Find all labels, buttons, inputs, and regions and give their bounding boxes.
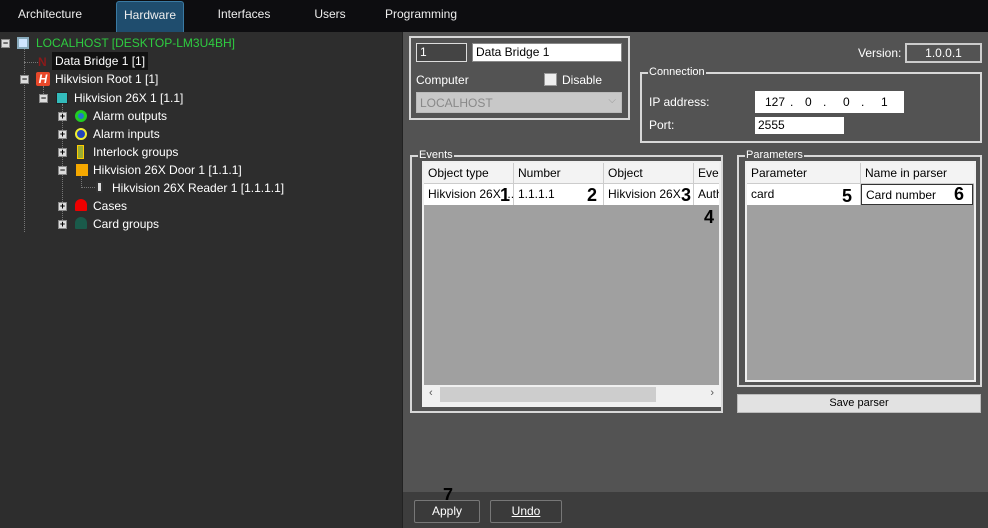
controller-icon: [56, 92, 68, 104]
ip-octet-1: 127: [765, 95, 786, 109]
tree-item-reader[interactable]: Hikvision 26X Reader 1 [1.1.1.1]: [112, 179, 284, 197]
tree-item-localhost[interactable]: LOCALHOST [DESKTOP-LM3U4BH]: [36, 34, 235, 52]
chevron-down-icon: ⌵: [608, 95, 616, 106]
reader-icon: [96, 181, 103, 193]
collapse-icon[interactable]: −: [58, 166, 67, 175]
tree-item-cases[interactable]: Cases: [93, 197, 127, 215]
tree-item-hikvision-26x[interactable]: Hikvision 26X 1 [1.1]: [74, 89, 183, 107]
scroll-left-icon[interactable]: ‹: [429, 387, 433, 399]
ip-separator: .: [861, 95, 865, 109]
version-label: Version:: [858, 46, 902, 60]
save-parser-button[interactable]: Save parser: [737, 394, 981, 413]
computer-select-value: LOCALHOST: [420, 96, 493, 110]
computer-label: Computer: [416, 73, 469, 87]
column-header-event[interactable]: Ever: [694, 163, 719, 184]
ip-octet-2: 0: [805, 95, 812, 109]
ip-label: IP address:: [649, 95, 710, 109]
collapse-icon[interactable]: −: [39, 94, 48, 103]
tab-interfaces[interactable]: Interfaces: [210, 1, 278, 32]
collapse-icon[interactable]: −: [20, 75, 29, 84]
parameters-title: Parameters: [745, 149, 804, 161]
scrollbar-thumb[interactable]: [440, 387, 656, 402]
table-cell[interactable]: Auth: [694, 184, 719, 205]
apply-button[interactable]: Apply: [414, 500, 480, 523]
connection-title: Connection: [648, 66, 706, 78]
data-bridge-icon: N: [38, 55, 47, 69]
port-input[interactable]: 2555: [755, 117, 844, 134]
object-name-input[interactable]: Data Bridge 1: [472, 43, 622, 62]
top-nav: Architecture Hardware Interfaces Users P…: [0, 0, 988, 32]
tree-item-door[interactable]: Hikvision 26X Door 1 [1.1.1]: [93, 161, 242, 179]
callout-1: 1: [500, 185, 511, 205]
parameters-table: Parameter Name in parser card Card numbe…: [745, 161, 976, 382]
expand-icon[interactable]: +: [58, 202, 67, 211]
card-group-icon: [75, 217, 87, 229]
ip-octet-4: 1: [881, 95, 888, 109]
computer-icon: [17, 37, 29, 49]
tab-programming[interactable]: Programming: [380, 1, 462, 32]
ip-octet-3: 0: [843, 95, 850, 109]
tree-item-data-bridge[interactable]: Data Bridge 1 [1]: [52, 52, 149, 70]
hardware-tree: − LOCALHOST [DESKTOP-LM3U4BH] N Data Bri…: [0, 32, 403, 528]
tree-connector: [24, 62, 38, 63]
ip-address-input[interactable]: 127 . 0 . 0 . 1: [755, 91, 904, 113]
cases-icon: [75, 199, 87, 211]
callout-4: 4: [704, 207, 715, 227]
callout-2: 2: [587, 185, 598, 205]
events-table: Object type Number Object Ever Hikvision…: [422, 161, 721, 407]
tab-architecture[interactable]: Architecture: [10, 1, 90, 32]
tree-connector: [81, 187, 95, 188]
expand-icon[interactable]: +: [58, 130, 67, 139]
hikvision-icon: H: [36, 72, 50, 86]
ip-separator: .: [790, 95, 794, 109]
scroll-right-icon[interactable]: ›: [710, 387, 714, 399]
tree-item-interlock-groups[interactable]: Interlock groups: [93, 143, 178, 161]
column-header-number[interactable]: Number: [514, 163, 604, 184]
alarm-input-icon: [75, 128, 87, 140]
ip-separator: .: [823, 95, 827, 109]
tree-item-hikvision-root[interactable]: Hikvision Root 1 [1]: [55, 70, 158, 88]
column-header-parameter[interactable]: Parameter: [747, 163, 861, 184]
events-title: Events: [418, 149, 454, 161]
collapse-icon[interactable]: −: [1, 39, 10, 48]
column-header-name-in-parser[interactable]: Name in parser: [861, 163, 974, 184]
computer-select[interactable]: LOCALHOST ⌵: [416, 92, 622, 113]
expand-icon[interactable]: +: [58, 112, 67, 121]
version-value: 1.0.0.1: [905, 43, 982, 63]
tree-item-card-groups[interactable]: Card groups: [93, 215, 159, 233]
disable-checkbox[interactable]: [544, 73, 557, 86]
horizontal-scrollbar[interactable]: ‹ ›: [424, 385, 719, 405]
object-id-input[interactable]: 1: [416, 43, 467, 62]
callout-6: 6: [954, 184, 965, 204]
alarm-output-icon: [75, 110, 87, 122]
expand-icon[interactable]: +: [58, 220, 67, 229]
expand-icon[interactable]: +: [58, 148, 67, 157]
port-label: Port:: [649, 118, 675, 132]
callout-5: 5: [842, 186, 853, 206]
tree-item-alarm-inputs[interactable]: Alarm inputs: [93, 125, 160, 143]
tree-item-alarm-outputs[interactable]: Alarm outputs: [93, 107, 167, 125]
interlock-icon: [77, 145, 84, 159]
column-header-object[interactable]: Object: [604, 163, 694, 184]
tab-users[interactable]: Users: [300, 1, 360, 32]
column-header-object-type[interactable]: Object type: [424, 163, 514, 184]
door-icon: [76, 164, 88, 176]
callout-3: 3: [681, 185, 692, 205]
disable-label: Disable: [562, 73, 603, 87]
tab-hardware[interactable]: Hardware: [116, 1, 184, 32]
undo-button[interactable]: Undo: [490, 500, 562, 523]
